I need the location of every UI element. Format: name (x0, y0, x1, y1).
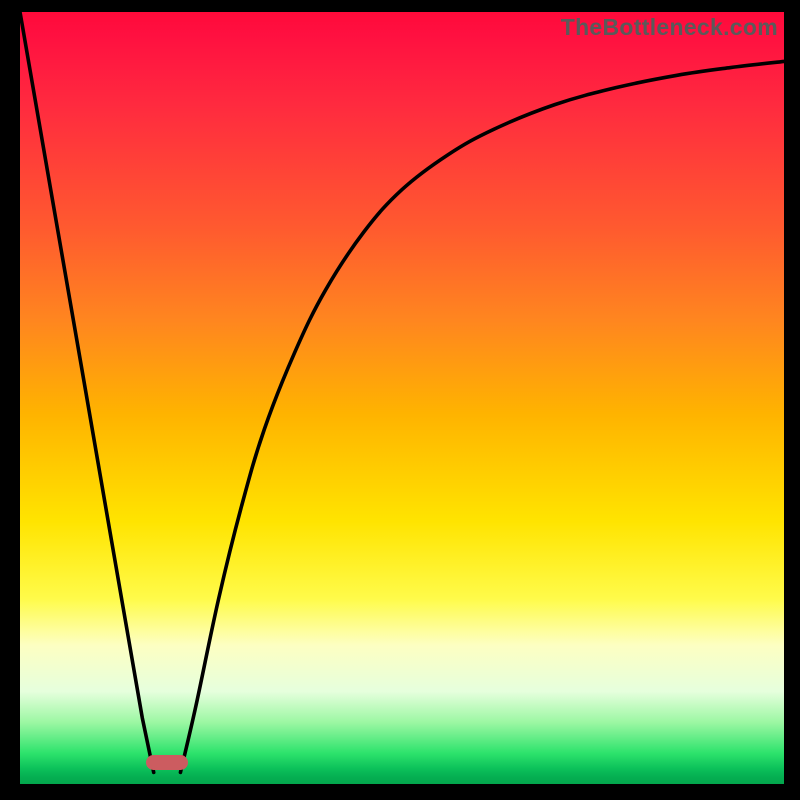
plot-area (20, 12, 784, 784)
minimum-marker (146, 755, 188, 770)
chart-container: TheBottleneck.com (0, 0, 800, 800)
curve-right-branch (180, 61, 784, 772)
watermark-text: TheBottleneck.com (561, 14, 778, 41)
curve-left-branch (20, 12, 154, 772)
curve-layer (20, 12, 784, 784)
